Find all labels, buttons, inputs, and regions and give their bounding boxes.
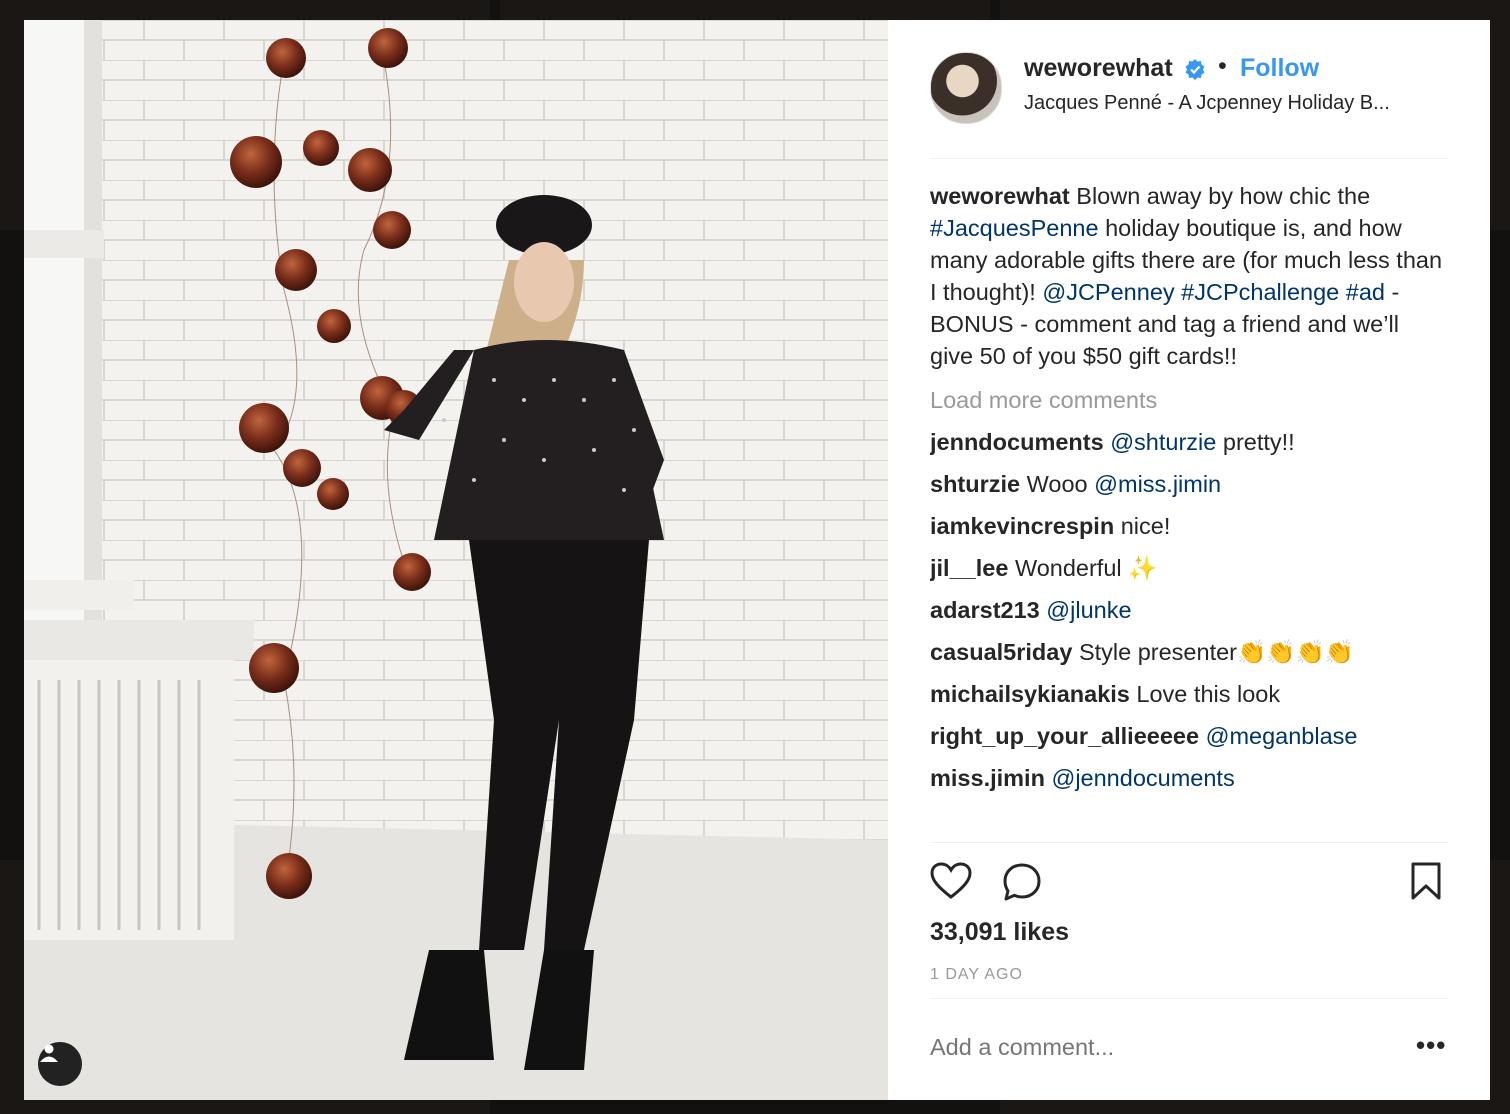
comment-row: miss.jimin @jenndocuments <box>930 762 1448 794</box>
post-timestamp[interactable]: 1 DAY AGO <box>930 966 1023 984</box>
heart-icon[interactable] <box>930 862 972 900</box>
mention-link[interactable]: @jlunke <box>1046 597 1131 623</box>
hashtag-link[interactable]: #ad <box>1346 279 1385 305</box>
hashtag-link[interactable]: #JCPchallenge <box>1181 279 1339 305</box>
comment-username[interactable]: adarst213 <box>930 597 1040 623</box>
verified-badge-icon <box>1185 59 1205 80</box>
post-caption: weworewhat Blown away by how chic the #J… <box>930 180 1448 372</box>
comment-username[interactable]: casual5riday <box>930 639 1072 665</box>
comment-text: Wonderful ✨ <box>1014 555 1158 581</box>
user-tag-icon <box>40 1044 58 1062</box>
divider <box>930 998 1448 999</box>
add-comment-input[interactable] <box>930 1034 1390 1061</box>
comment-row: jenndocuments @shturzie pretty!! <box>930 426 1448 458</box>
comment-row: jil__lee Wonderful ✨ <box>930 552 1448 584</box>
like-count[interactable]: 33,091 likes <box>930 918 1069 947</box>
comment-row: adarst213 @jlunke <box>930 594 1448 626</box>
comment-text: pretty!! <box>1222 429 1295 455</box>
comment-text: Style presenter👏👏👏👏 <box>1078 639 1355 665</box>
comment-row: shturzie Wooo @miss.jimin <box>930 468 1448 500</box>
action-bar <box>930 858 1448 906</box>
post-image <box>24 20 888 1100</box>
post-sidebar: weworewhat • Follow Jacques Penné - A Jc… <box>888 20 1490 1100</box>
comment-row: casual5riday Style presenter👏👏👏👏 <box>930 636 1448 668</box>
comment-username[interactable]: jil__lee <box>930 555 1008 581</box>
more-options-button[interactable]: ••• <box>1416 1032 1446 1058</box>
mention-link[interactable]: @JCPenney <box>1042 279 1174 305</box>
avatar[interactable] <box>930 52 1002 124</box>
comment-text: Wooo <box>1026 471 1088 497</box>
comment-text: nice! <box>1120 513 1171 539</box>
comment-row: iamkevincrespin nice! <box>930 510 1448 542</box>
comment-username[interactable]: iamkevincrespin <box>930 513 1114 539</box>
post-photo[interactable] <box>24 20 888 1100</box>
caption-text: Blown away by how chic the <box>1076 183 1371 209</box>
follow-button[interactable]: Follow <box>1240 54 1319 83</box>
comment-username[interactable]: shturzie <box>930 471 1020 497</box>
comment-username[interactable]: michailsykianakis <box>930 681 1130 707</box>
comment-username[interactable]: jenndocuments <box>930 429 1104 455</box>
comment-username[interactable]: miss.jimin <box>930 765 1045 791</box>
post-header: weworewhat • Follow Jacques Penné - A Jc… <box>930 48 1448 159</box>
mention-link[interactable]: @jenndocuments <box>1051 765 1234 791</box>
mention-link[interactable]: @meganblase <box>1206 723 1358 749</box>
load-more-comments-button[interactable]: Load more comments <box>930 384 1448 416</box>
post-username[interactable]: weworewhat <box>1024 54 1173 83</box>
comment-bubble-icon[interactable] <box>1002 862 1042 902</box>
post-modal: weworewhat • Follow Jacques Penné - A Jc… <box>24 20 1490 1100</box>
comment-row: right_up_your_allieeeee @meganblase <box>930 720 1448 752</box>
bookmark-icon[interactable] <box>1410 862 1442 900</box>
comment-row: michailsykianakis Love this look <box>930 678 1448 710</box>
separator-dot: • <box>1218 52 1227 80</box>
mention-link[interactable]: @miss.jimin <box>1094 471 1221 497</box>
mention-link[interactable]: @shturzie <box>1110 429 1216 455</box>
user-tag-button[interactable] <box>38 1042 82 1086</box>
post-location[interactable]: Jacques Penné - A Jcpenney Holiday B... <box>1024 92 1390 115</box>
comment-username[interactable]: right_up_your_allieeeee <box>930 723 1199 749</box>
hashtag-link[interactable]: #JacquesPenne <box>930 215 1099 241</box>
comment-text: Love this look <box>1136 681 1281 707</box>
comments-list: weworewhat Blown away by how chic the #J… <box>930 180 1448 843</box>
caption-username[interactable]: weworewhat <box>930 183 1070 209</box>
